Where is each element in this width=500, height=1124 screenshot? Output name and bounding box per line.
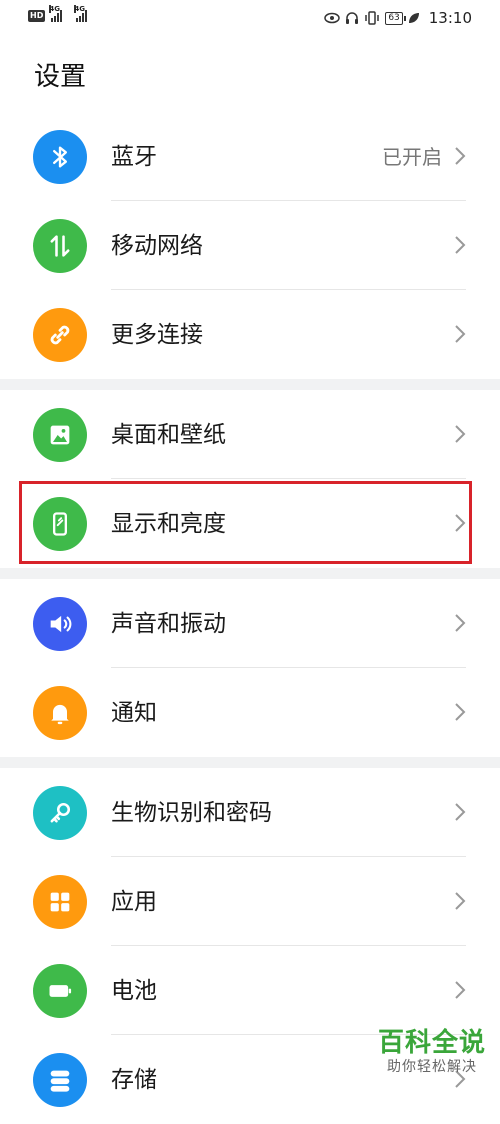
group-separator xyxy=(0,568,500,579)
settings-item-label: 电池 xyxy=(111,978,157,1004)
settings-item-label: 应用 xyxy=(111,889,157,915)
group-separator xyxy=(0,379,500,390)
group-separator xyxy=(0,757,500,768)
headphones-icon xyxy=(346,12,359,24)
eye-icon xyxy=(324,12,341,24)
settings-group-sound: 声音和振动 通知 xyxy=(0,579,500,757)
chevron-right-icon xyxy=(455,236,466,254)
sound-icon xyxy=(33,597,87,651)
hd-badge: HD xyxy=(28,10,46,22)
settings-item-label: 通知 xyxy=(111,700,157,726)
storage-icon xyxy=(33,1053,87,1107)
chevron-right-icon xyxy=(455,892,466,910)
status-bar: HD 4G 4G 63 13:10 xyxy=(0,0,500,36)
settings-item-label: 蓝牙 xyxy=(111,144,157,170)
settings-item-battery[interactable]: 电池 xyxy=(0,946,500,1035)
settings-group-display: 桌面和壁纸 显示和亮度 xyxy=(0,390,500,568)
chevron-right-icon xyxy=(455,425,466,443)
settings-item-label: 显示和亮度 xyxy=(111,511,226,537)
settings-item-label: 声音和振动 xyxy=(111,611,226,637)
wallpaper-icon xyxy=(33,408,87,462)
settings-item-label: 更多连接 xyxy=(111,322,203,348)
mobile-data-icon xyxy=(33,219,87,273)
settings-item-notifications[interactable]: 通知 xyxy=(0,668,500,757)
chevron-right-icon xyxy=(455,147,466,165)
display-icon xyxy=(33,497,87,551)
status-left: HD 4G 4G xyxy=(28,5,88,22)
settings-item-sound-vibration[interactable]: 声音和振动 xyxy=(0,579,500,668)
settings-item-label: 桌面和壁纸 xyxy=(111,422,226,448)
chevron-right-icon xyxy=(455,981,466,999)
chevron-right-icon xyxy=(455,325,466,343)
settings-item-value: 已开启 xyxy=(382,145,442,169)
settings-item-biometrics-password[interactable]: 生物识别和密码 xyxy=(0,768,500,857)
link-icon xyxy=(33,308,87,362)
chevron-right-icon xyxy=(455,514,466,532)
chevron-right-icon xyxy=(455,703,466,721)
settings-item-label: 生物识别和密码 xyxy=(111,800,272,826)
settings-item-apps[interactable]: 应用 xyxy=(0,857,500,946)
apps-icon xyxy=(33,875,87,929)
battery-icon xyxy=(33,964,87,1018)
settings-item-label: 存储 xyxy=(111,1067,157,1093)
key-icon xyxy=(33,786,87,840)
chevron-right-icon xyxy=(455,803,466,821)
settings-item-mobile-network[interactable]: 移动网络 xyxy=(0,201,500,290)
leaf-icon xyxy=(408,13,419,23)
signal-icon: 4G xyxy=(49,5,63,22)
bluetooth-icon xyxy=(33,130,87,184)
watermark-title: 百科全说 xyxy=(377,1028,486,1058)
watermark: 百科全说 助你轻松解决 xyxy=(378,1028,486,1076)
bell-icon xyxy=(33,686,87,740)
watermark-subtitle: 助你轻松解决 xyxy=(386,1059,477,1075)
settings-item-display-brightness[interactable]: 显示和亮度 xyxy=(0,479,500,568)
battery-indicator: 63 xyxy=(385,11,407,25)
settings-group-connectivity: 蓝牙 已开启 移动网络 更多连接 xyxy=(0,112,500,379)
clock: 13:10 xyxy=(428,9,472,27)
settings-item-wallpaper[interactable]: 桌面和壁纸 xyxy=(0,390,500,479)
signal-icon-2: 4G xyxy=(74,5,88,22)
settings-item-more-connections[interactable]: 更多连接 xyxy=(0,290,500,379)
settings-item-label: 移动网络 xyxy=(111,233,203,259)
chevron-right-icon xyxy=(455,614,466,632)
page-title: 设置 xyxy=(34,62,87,92)
settings-item-bluetooth[interactable]: 蓝牙 已开启 xyxy=(0,112,500,201)
status-right: 63 13:10 xyxy=(324,9,472,27)
vibrate-icon xyxy=(365,11,380,25)
